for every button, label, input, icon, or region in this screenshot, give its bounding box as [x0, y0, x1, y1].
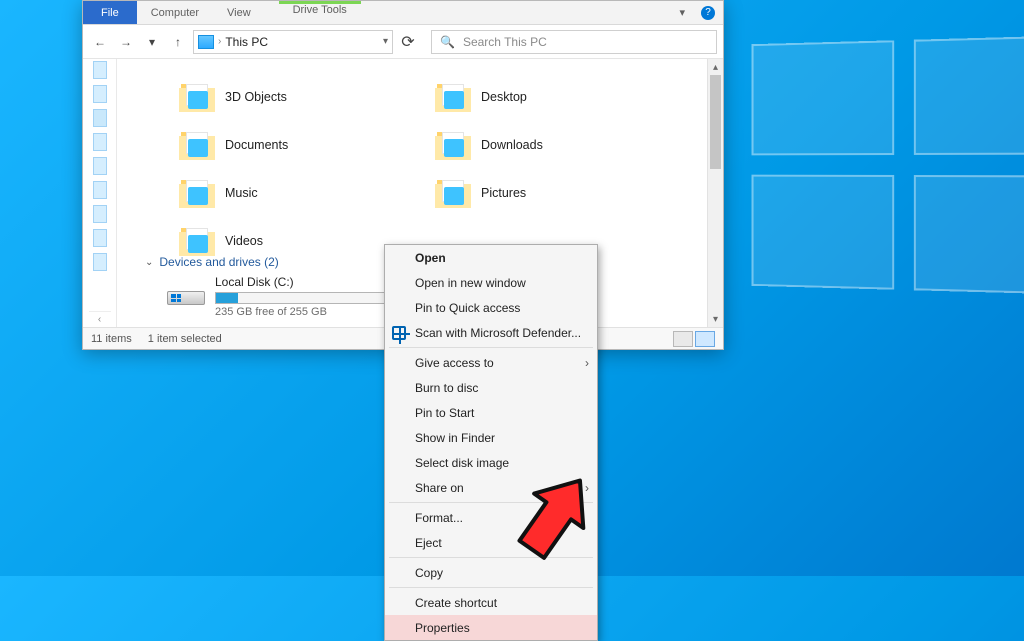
- ctx-open-new-window[interactable]: Open in new window: [385, 270, 597, 295]
- folder-label: Documents: [225, 138, 288, 152]
- ctx-create-shortcut[interactable]: Create shortcut: [385, 590, 597, 615]
- this-pc-icon: [198, 35, 214, 49]
- navigation-bar: ← → ▾ ↑ › This PC ▾ ⟳ 🔍 Search This PC: [83, 25, 723, 59]
- ribbon-tab-drive-tools-label: Drive Tools: [293, 4, 347, 16]
- ctx-format[interactable]: Format...: [385, 505, 597, 530]
- ctx-open[interactable]: Open: [385, 245, 597, 270]
- refresh-button[interactable]: ⟳: [397, 31, 419, 53]
- folder-label: Videos: [225, 234, 263, 248]
- ribbon-tab-view[interactable]: View: [213, 1, 265, 24]
- ctx-show-in-finder[interactable]: Show in Finder: [385, 425, 597, 450]
- nav-up-button[interactable]: ↑: [167, 31, 189, 53]
- search-icon: 🔍: [440, 35, 455, 49]
- scroll-thumb[interactable]: [710, 75, 721, 169]
- folder-desktop[interactable]: Desktop: [417, 73, 673, 121]
- folder-label: Downloads: [481, 138, 543, 152]
- folder-music[interactable]: Music: [161, 169, 417, 217]
- view-details-button[interactable]: [673, 331, 693, 347]
- status-item-count: 11 items: [91, 333, 132, 345]
- nav-recent-button[interactable]: ▾: [141, 31, 163, 53]
- ctx-give-access[interactable]: Give access to: [385, 350, 597, 375]
- ctx-copy[interactable]: Copy: [385, 560, 597, 585]
- ctx-burn-disc[interactable]: Burn to disc: [385, 375, 597, 400]
- navigation-pane[interactable]: ‹: [83, 59, 117, 327]
- folder-documents[interactable]: Documents: [161, 121, 417, 169]
- drive-local-c[interactable]: Local Disk (C:) 235 GB free of 255 GB: [161, 273, 421, 322]
- chevron-down-icon: ▾: [383, 36, 388, 47]
- ctx-pin-quick-access[interactable]: Pin to Quick access: [385, 295, 597, 320]
- folder-icon: [188, 235, 208, 253]
- scroll-track[interactable]: [708, 75, 723, 311]
- folder-icon: [444, 91, 464, 109]
- folder-icon: [444, 139, 464, 157]
- refresh-icon: ⟳: [401, 32, 414, 52]
- folder-label: 3D Objects: [225, 90, 287, 104]
- folder-icon: [188, 139, 208, 157]
- folder-label: Music: [225, 186, 258, 200]
- folder-label: Desktop: [481, 90, 527, 104]
- context-menu: Open Open in new window Pin to Quick acc…: [384, 244, 598, 641]
- chevron-down-icon: ▾: [149, 35, 155, 49]
- folder-downloads[interactable]: Downloads: [417, 121, 673, 169]
- nav-back-button[interactable]: ←: [89, 31, 111, 53]
- ribbon-tab-drive-tools[interactable]: Drive Tools: [265, 1, 375, 24]
- status-selected: 1 item selected: [148, 333, 222, 345]
- drive-icon: [167, 275, 205, 305]
- help-button[interactable]: ?: [693, 1, 723, 24]
- folder-label: Pictures: [481, 186, 526, 200]
- arrow-left-icon: ←: [94, 35, 106, 49]
- nav-scroll-left[interactable]: ‹: [89, 311, 111, 327]
- nav-forward-button[interactable]: →: [115, 31, 137, 53]
- section-header-label: Devices and drives (2): [159, 255, 278, 269]
- ribbon-collapse-button[interactable]: ▾: [671, 1, 693, 24]
- nav-item[interactable]: [93, 253, 107, 271]
- vertical-scrollbar[interactable]: ▴ ▾: [707, 59, 723, 327]
- view-icons-button[interactable]: [695, 331, 715, 347]
- nav-item[interactable]: [93, 85, 107, 103]
- search-box[interactable]: 🔍 Search This PC: [431, 30, 717, 54]
- folder-icon: [188, 187, 208, 205]
- ribbon: File Computer View Drive Tools ▾ ?: [83, 1, 723, 25]
- chevron-down-icon: ▾: [679, 6, 685, 19]
- folder-icon: [444, 187, 464, 205]
- arrow-up-icon: ↑: [175, 35, 181, 49]
- scroll-up-button[interactable]: ▴: [708, 59, 723, 75]
- folder-pictures[interactable]: Pictures: [417, 169, 673, 217]
- help-icon: ?: [701, 6, 715, 20]
- ctx-select-disk-image[interactable]: Select disk image: [385, 450, 597, 475]
- ctx-label: Scan with Microsoft Defender...: [415, 326, 581, 340]
- chevron-right-icon: ›: [218, 36, 221, 47]
- ctx-pin-start[interactable]: Pin to Start: [385, 400, 597, 425]
- nav-item[interactable]: [93, 157, 107, 175]
- arrow-right-icon: →: [120, 35, 132, 49]
- nav-item[interactable]: [93, 229, 107, 247]
- nav-item[interactable]: [93, 133, 107, 151]
- desktop-windows-logo: [744, 40, 1024, 290]
- ctx-share-on[interactable]: Share on: [385, 475, 597, 500]
- section-header-devices[interactable]: ⌄ Devices and drives (2): [145, 255, 279, 269]
- defender-icon: [391, 325, 407, 341]
- nav-item[interactable]: [93, 61, 107, 79]
- address-path: This PC: [225, 35, 268, 49]
- address-bar[interactable]: › This PC ▾: [193, 30, 393, 54]
- ctx-scan-defender[interactable]: Scan with Microsoft Defender...: [385, 320, 597, 345]
- folder-icon: [188, 91, 208, 109]
- chevron-down-icon: ⌄: [145, 257, 153, 268]
- ribbon-tab-file[interactable]: File: [83, 1, 137, 24]
- folder-3d-objects[interactable]: 3D Objects: [161, 73, 417, 121]
- ctx-eject[interactable]: Eject: [385, 530, 597, 555]
- nav-item[interactable]: [93, 109, 107, 127]
- ctx-properties[interactable]: Properties: [385, 615, 597, 640]
- ribbon-tab-computer[interactable]: Computer: [137, 1, 213, 24]
- search-placeholder: Search This PC: [463, 35, 547, 49]
- scroll-down-button[interactable]: ▾: [708, 311, 723, 327]
- nav-item[interactable]: [93, 181, 107, 199]
- nav-item[interactable]: [93, 205, 107, 223]
